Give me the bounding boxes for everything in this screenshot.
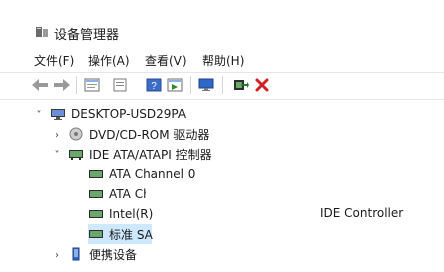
- update-driver-button[interactable]: [110, 76, 130, 94]
- bottom-cut: [0, 266, 444, 272]
- ide-controller-icon: [88, 207, 104, 221]
- tree-item-standard-label: 标准 SA: [109, 227, 153, 242]
- help-icon: ?: [146, 78, 162, 92]
- forward-arrow-icon: [54, 79, 70, 91]
- chevron-down-icon[interactable]: ˅: [34, 110, 44, 121]
- chevron-right-icon[interactable]: ›: [52, 250, 62, 261]
- back-button[interactable]: [30, 76, 50, 94]
- tree-item-ide-label: IDE ATA/ATAPI 控制器: [89, 147, 212, 162]
- toolbar-separator: [76, 76, 77, 94]
- tree-item-portable-label: 便携设备: [89, 247, 138, 262]
- obscured-region: [156, 200, 316, 220]
- menu-help[interactable]: 帮助(H): [202, 52, 244, 69]
- ide-controller-icon: [68, 147, 84, 161]
- portable-device-icon: [68, 247, 84, 261]
- tree-item-dvd-label: DVD/CD-ROM 驱动器: [89, 127, 210, 142]
- delete-device-button[interactable]: [252, 76, 272, 94]
- toolbar-separator-2: [190, 76, 191, 94]
- monitor-button[interactable]: [196, 76, 216, 94]
- tree-root-label: DESKTOP-USD29PA: [71, 107, 187, 121]
- device-manager-icon: [36, 27, 48, 37]
- properties-icon: [84, 78, 100, 92]
- sata-controller-icon: [88, 227, 104, 241]
- tree-item-portable[interactable]: 便携设备: [68, 244, 137, 264]
- obscured-region: [146, 180, 406, 200]
- back-arrow-icon: [32, 79, 48, 91]
- forward-button[interactable]: [52, 76, 72, 94]
- menu-file[interactable]: 文件(F): [34, 52, 74, 69]
- ata-channel-icon: [88, 167, 104, 181]
- properties-button[interactable]: [82, 76, 102, 94]
- tree-item-dvd[interactable]: DVD/CD-ROM 驱动器: [68, 124, 209, 144]
- tree-item-ide[interactable]: IDE ATA/ATAPI 控制器: [68, 144, 212, 164]
- help-button[interactable]: ?: [144, 76, 164, 94]
- monitor-icon: [198, 78, 214, 91]
- svg-text:?: ?: [151, 81, 157, 92]
- tree-item-intel-tail: IDE Controller: [320, 206, 404, 220]
- ata-channel-icon: [88, 187, 104, 201]
- view-icon: [167, 78, 183, 92]
- tree-item-intel-label: Intel(R): [109, 207, 154, 221]
- dvd-drive-icon: [68, 127, 84, 141]
- tree-item-standard[interactable]: 标准 SA: [88, 224, 153, 244]
- tree-item-intel[interactable]: Intel(R): [88, 204, 153, 224]
- enable-device-button[interactable]: [230, 76, 250, 94]
- tree-root[interactable]: DESKTOP-USD29PA: [50, 104, 186, 124]
- menu-view[interactable]: 查看(V): [145, 52, 187, 69]
- enable-device-icon: [234, 80, 249, 90]
- computer-icon: [50, 107, 66, 121]
- chevron-right-icon[interactable]: ›: [52, 130, 62, 141]
- update-driver-icon: [113, 78, 127, 92]
- window-title: 设备管理器: [54, 28, 120, 43]
- obscured-region: [154, 220, 414, 244]
- view-button[interactable]: [165, 76, 185, 94]
- title-bar: 设备管理器: [0, 0, 444, 44]
- tree-item-ata-0-label: ATA Channel 0: [109, 167, 196, 181]
- chevron-down-icon[interactable]: ˅: [52, 150, 62, 161]
- toolbar-separator-3: [222, 76, 223, 94]
- menu-action[interactable]: 操作(A): [88, 52, 130, 69]
- delete-device-icon: [255, 78, 269, 92]
